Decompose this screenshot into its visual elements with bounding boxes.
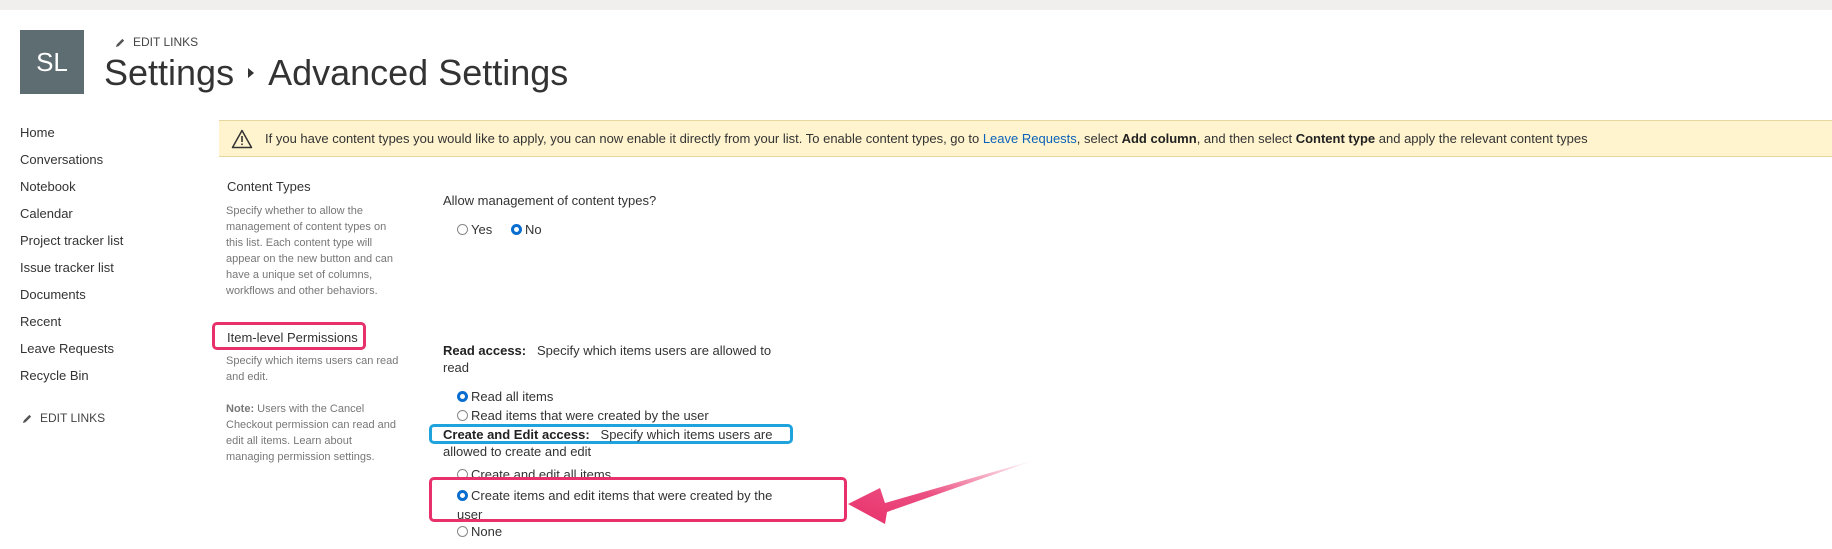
radio-read-all[interactable]: Read all items <box>457 389 553 404</box>
read-access-field: Read access: Specify which items users a… <box>443 342 773 376</box>
nav-item-documents[interactable]: Documents <box>20 287 123 314</box>
nav-item-conversations[interactable]: Conversations <box>20 152 123 179</box>
notice-text-4: and apply the relevant content types <box>1375 131 1588 146</box>
notice-text-2: , select <box>1076 131 1122 146</box>
radio-read-own[interactable]: Read items that were created by the user <box>457 408 709 423</box>
edit-links-nav[interactable]: EDIT LINKS <box>22 411 105 425</box>
radio-read-all-label: Read all items <box>471 389 554 404</box>
radio-read-own-label: Read items that were created by the user <box>471 408 709 423</box>
notice-content-type: Content type <box>1295 131 1376 146</box>
read-access-label: Read access: <box>443 343 527 358</box>
pencil-icon <box>115 38 125 47</box>
radio-yes-label: Yes <box>471 222 493 237</box>
notice-add-column: Add column <box>1121 131 1197 146</box>
nav-item-recycle-bin[interactable]: Recycle Bin <box>20 368 123 395</box>
item-permissions-title: Item-level Permissions <box>227 330 358 345</box>
nav-item-recent[interactable]: Recent <box>20 314 123 341</box>
nav-item-calendar[interactable]: Calendar <box>20 206 123 233</box>
notice-text-1: If you have content types you would like… <box>265 131 983 146</box>
annotation-arrow-icon <box>848 460 1035 524</box>
radio-create-edit-own-button[interactable] <box>457 490 468 501</box>
radio-yes-button[interactable] <box>457 224 468 235</box>
edit-links-header[interactable]: EDIT LINKS <box>115 35 198 49</box>
create-edit-access-field: Create and Edit access: Specify which it… <box>443 426 773 460</box>
radio-read-own-button[interactable] <box>457 410 468 421</box>
radio-no[interactable]: No <box>511 222 542 237</box>
nav-item-leave-requests[interactable]: Leave Requests <box>20 341 123 368</box>
site-logo[interactable]: SL <box>20 30 84 94</box>
content-types-notice: If you have content types you would like… <box>219 120 1832 157</box>
content-types-description: Specify whether to allow the management … <box>226 205 393 297</box>
allow-content-types-question: Allow management of content types? <box>443 193 657 208</box>
create-edit-access-label: Create and Edit access: <box>443 427 590 442</box>
left-navigation: Home Conversations Notebook Calendar Pro… <box>20 125 123 395</box>
radio-create-edit-own-label: Create items and edit items that were cr… <box>457 488 773 522</box>
warning-icon <box>231 129 253 148</box>
breadcrumb-settings[interactable]: Settings <box>104 52 234 94</box>
note-label: Note: <box>226 403 255 415</box>
radio-no-button[interactable] <box>511 224 522 235</box>
breadcrumb-advanced-settings: Advanced Settings <box>268 52 569 93</box>
site-logo-initials: SL <box>36 46 68 77</box>
breadcrumb-separator-icon <box>248 68 255 78</box>
edit-links-nav-label: EDIT LINKS <box>40 411 106 425</box>
edit-links-label: EDIT LINKS <box>133 35 199 49</box>
nav-item-notebook[interactable]: Notebook <box>20 179 123 206</box>
nav-item-home[interactable]: Home <box>20 125 123 152</box>
radio-no-label: No <box>525 222 542 237</box>
item-permissions-description: Specify which items users can read and e… <box>226 355 399 383</box>
notice-text-3: , and then select <box>1196 131 1296 146</box>
radio-yes[interactable]: Yes <box>457 222 492 237</box>
notice-leave-requests-link[interactable]: Leave Requests <box>983 131 1077 146</box>
radio-create-edit-own[interactable]: Create items and edit items that were cr… <box>457 486 777 524</box>
page-title: Settings Advanced Settings <box>104 52 568 94</box>
radio-read-all-button[interactable] <box>457 391 468 402</box>
radio-none-label: None <box>471 524 503 539</box>
item-permissions-note: Note: Users with the Cancel Checkout per… <box>226 401 401 465</box>
nav-item-project-tracker-list[interactable]: Project tracker list <box>20 233 123 260</box>
pencil-icon <box>22 414 32 423</box>
radio-none-button[interactable] <box>457 526 468 537</box>
top-bar <box>0 0 1832 10</box>
nav-item-issue-tracker-list[interactable]: Issue tracker list <box>20 260 123 287</box>
radio-none[interactable]: None <box>457 524 502 539</box>
content-types-title: Content Types <box>227 179 311 194</box>
